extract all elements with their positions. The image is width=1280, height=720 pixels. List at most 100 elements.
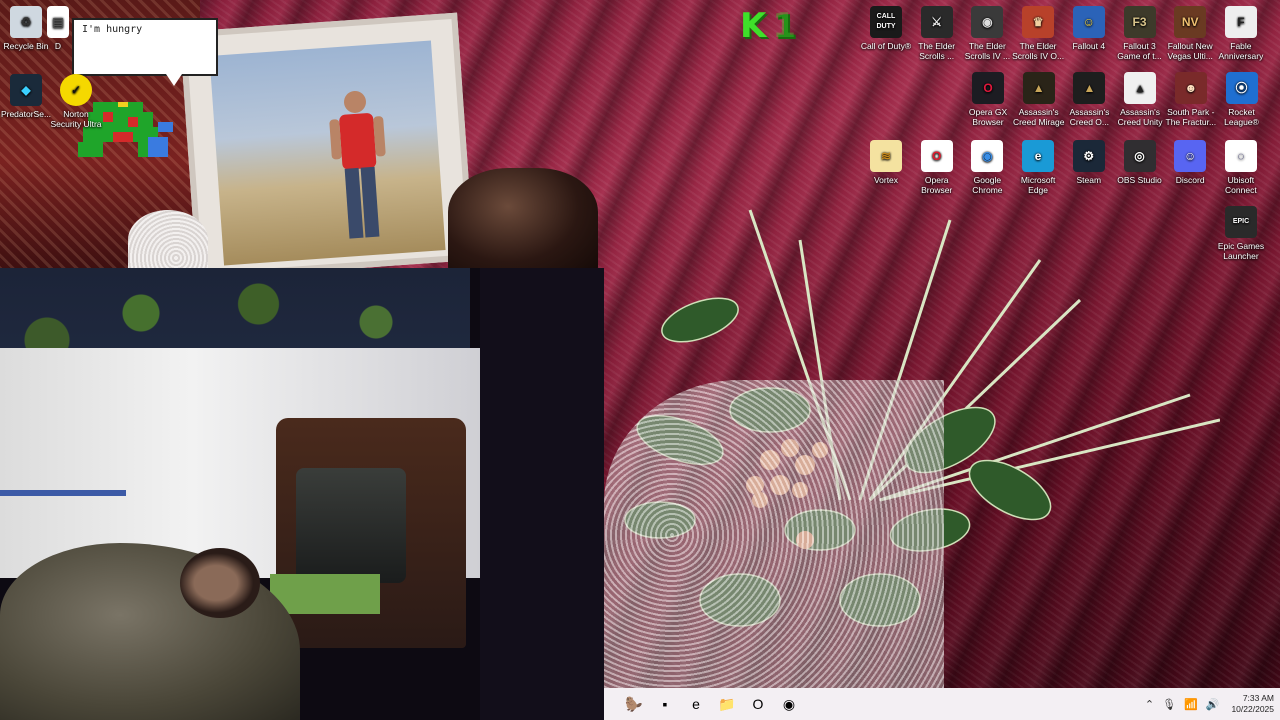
obs-studio-icon: ◎: [1123, 140, 1156, 172]
terminal-app-icon[interactable]: ▪: [652, 691, 678, 717]
desktop-icon-label: The Elder Scrolls IV O...: [1012, 41, 1065, 61]
taskbar: 🦫 ▪ e 📁 O ◉ ⌃ 🎙 📶 🔊 7:33 AM 10/22/2025: [604, 688, 1280, 720]
desktop-icon-assassin-s-creed-unity[interactable]: ▲ Assassin's Creed Unity: [1114, 70, 1166, 127]
fallout-4-icon: ☺: [1072, 6, 1105, 38]
fable-anniversary-icon: F: [1224, 6, 1257, 38]
desktop-icon-steam[interactable]: ⚙ Steam: [1063, 138, 1115, 185]
fallout-3-game-of-t-icon: F3: [1123, 6, 1156, 38]
norton-icon: ✓: [60, 74, 92, 106]
vortex-icon: ≋: [870, 140, 902, 172]
opera-browser-icon: O: [920, 140, 953, 172]
desktop-icon-fallout-4[interactable]: ☺ Fallout 4: [1063, 4, 1115, 51]
webcam-person: [180, 548, 260, 618]
webcam-backpack: [296, 468, 406, 583]
assassin-s-creed-unity-icon: ▲: [1124, 72, 1157, 104]
platypus-app-icon[interactable]: 🦫: [621, 691, 647, 717]
desktop-icon-assassin-s-creed-mirage[interactable]: ▲ Assassin's Creed Mirage: [1013, 70, 1065, 127]
desktop-icon-label: Assassin's Creed Mirage: [1012, 107, 1065, 127]
opera-gx-browser-icon: O: [972, 72, 1004, 104]
desktop-icon-fallout-new-vegas-ulti[interactable]: NV Fallout New Vegas Ulti...: [1164, 4, 1216, 61]
clock-date: 10/22/2025: [1231, 704, 1274, 714]
ubisoft-connect-icon: ◌: [1224, 140, 1257, 172]
opera-app-icon[interactable]: O: [745, 691, 771, 717]
desktop-icon-south-park-the-fractur[interactable]: ☻ South Park - The Fractur...: [1165, 70, 1217, 127]
desktop-icon-label: Opera Browser: [921, 175, 953, 195]
desktop-icon-label: Fallout 4: [1072, 41, 1106, 51]
wifi-icon[interactable]: 📶: [1184, 698, 1198, 711]
chevron-up-icon[interactable]: ⌃: [1145, 698, 1154, 711]
desktop-icon-assassin-s-creed-o[interactable]: ▲ Assassin's Creed O...: [1063, 70, 1115, 127]
wallpaper-doily: [128, 210, 208, 270]
microsoft-edge-icon: e: [1022, 140, 1055, 172]
rocket-league-icon: ⦿: [1225, 72, 1258, 104]
the-elder-scrolls-iv-o-icon: ♛: [1022, 6, 1055, 38]
desktop-icon-label: Epic Games Launcher: [1217, 241, 1265, 261]
speech-bubble-text: I'm hungry: [82, 24, 143, 35]
wallpaper-lace: [604, 380, 944, 690]
desktop-icon-label: Opera GX Browser: [968, 107, 1008, 127]
microphone-icon[interactable]: 🎙: [1162, 698, 1176, 711]
desktop-icon-fallout-3-game-of-t[interactable]: F3 Fallout 3 Game of t...: [1114, 4, 1166, 61]
webcam-doorway: [480, 268, 604, 720]
desktop-icon-label: Fallout New Vegas Ulti...: [1167, 41, 1213, 61]
edge-app-icon[interactable]: e: [683, 691, 709, 717]
webcam-blue-strip: [0, 490, 126, 496]
desktop-icon-opera-browser[interactable]: O Opera Browser: [911, 138, 963, 195]
desktop-icon-ubisoft-connect[interactable]: ◌ Ubisoft Connect: [1215, 138, 1267, 195]
desktop-icon-obs-studio[interactable]: ◎ OBS Studio: [1114, 138, 1166, 185]
desktop-icon-epic-games-launcher[interactable]: EPIC Epic Games Launcher: [1215, 204, 1267, 261]
desktop-icon-label: Call of Duty®: [860, 41, 912, 51]
k-logo-overlay: K1: [740, 6, 803, 46]
desktop-icon-label: Ubisoft Connect: [1225, 175, 1257, 195]
desktop-icon-label: Assassin's Creed Unity: [1117, 107, 1163, 127]
wallpaper-photo-frame: [179, 12, 475, 280]
desktop-icon-microsoft-edge[interactable]: e Microsoft Edge: [1012, 138, 1064, 195]
the-elder-scrolls-icon: ⚔: [920, 6, 953, 38]
predator-icon: ◆: [10, 74, 42, 106]
system-tray: ⌃ 🎙 📶 🔊 7:33 AM 10/22/2025: [1145, 688, 1274, 720]
south-park-the-fractur-icon: ☻: [1174, 72, 1207, 104]
desktop-icon-rocket-league[interactable]: ⦿ Rocket League®: [1216, 70, 1268, 127]
desktop-icon-label: Fallout 3 Game of t...: [1117, 41, 1162, 61]
file-explorer-app-icon[interactable]: 📁: [714, 691, 740, 717]
recycle-bin-icon: ♻: [10, 6, 42, 38]
desktop-icon-label: South Park - The Fractur...: [1165, 107, 1217, 127]
desktop-icon-label: Assassin's Creed O...: [1069, 107, 1110, 127]
speech-bubble: I'm hungry: [72, 18, 218, 76]
desktop-icon-call-of-duty[interactable]: CALL DUTY Call of Duty®: [860, 4, 912, 51]
desktop-icon-label: OBS Studio: [1117, 175, 1162, 185]
clock-time: 7:33 AM: [1242, 693, 1274, 703]
google-chrome-icon: ◉: [971, 140, 1004, 172]
assassin-s-creed-o-icon: ▲: [1073, 72, 1106, 104]
desktop-icon-d[interactable]: ▤ D: [40, 4, 76, 51]
desktop-icon-vortex[interactable]: ≋ Vortex: [860, 138, 912, 185]
call-of-duty-icon: CALL DUTY: [870, 6, 902, 38]
desktop-icon-label: The Elder Scrolls ...: [918, 41, 956, 61]
wallpaper-urn: [448, 168, 598, 278]
desktop-icon-label: The Elder Scrolls IV ...: [964, 41, 1011, 61]
desktop-icon-the-elder-scrolls-iv[interactable]: ◉ The Elder Scrolls IV ...: [961, 4, 1013, 61]
desktop-icon-label: Discord: [1175, 175, 1205, 185]
desktop-icon-the-elder-scrolls-iv-o[interactable]: ♛ The Elder Scrolls IV O...: [1012, 4, 1064, 61]
assassin-s-creed-mirage-icon: ▲: [1022, 72, 1055, 104]
obs-app-icon[interactable]: ◉: [776, 691, 802, 717]
webcam-green-box: [270, 574, 380, 614]
desktop-icon-the-elder-scrolls[interactable]: ⚔ The Elder Scrolls ...: [911, 4, 963, 61]
document-icon: ▤: [47, 6, 69, 38]
desktop-icon-fable-anniversary[interactable]: F Fable Anniversary: [1215, 4, 1267, 61]
steam-icon: ⚙: [1072, 140, 1105, 172]
volume-icon[interactable]: 🔊: [1206, 698, 1220, 711]
desktop-icon-discord[interactable]: ☺ Discord: [1164, 138, 1216, 185]
desktop-icon-opera-gx-browser[interactable]: O Opera GX Browser: [962, 70, 1014, 127]
photo-person: [328, 90, 386, 239]
speech-bubble-tail: [166, 74, 182, 86]
taskbar-clock[interactable]: 7:33 AM 10/22/2025: [1231, 693, 1274, 715]
desktop-icon-label: Steam: [1076, 175, 1102, 185]
desktop-icon-label: Vortex: [873, 175, 899, 185]
discord-icon: ☺: [1174, 140, 1207, 172]
desktop-icon-predatorsense[interactable]: ◆ PredatorSe...: [0, 72, 52, 119]
desktop-icon-norton[interactable]: ✓ Norton Security Ultra: [50, 72, 102, 129]
the-elder-scrolls-iv-icon: ◉: [971, 6, 1004, 38]
desktop-icon-google-chrome[interactable]: ◉ Google Chrome: [961, 138, 1013, 195]
epic-games-launcher-icon: EPIC: [1225, 206, 1257, 238]
